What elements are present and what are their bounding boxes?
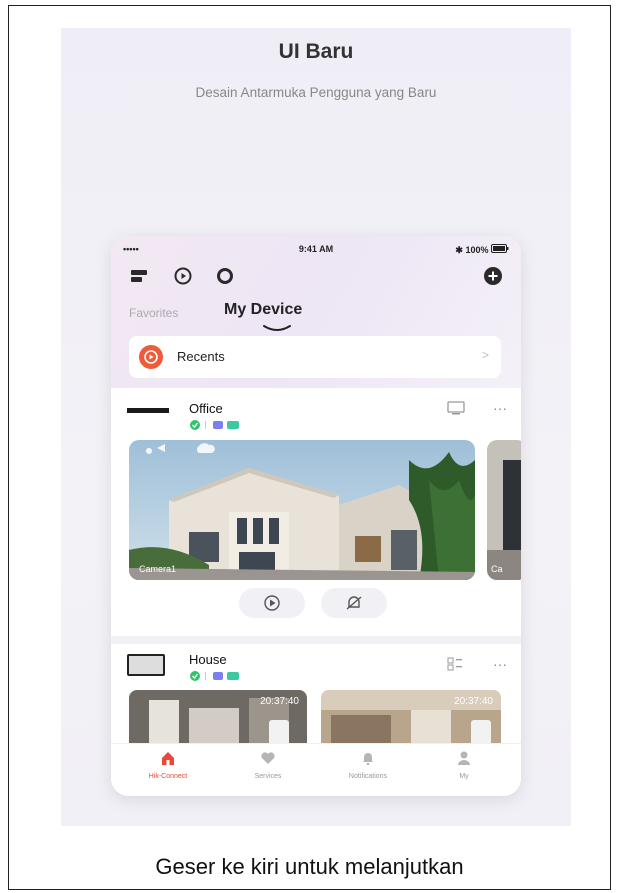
device-status-badges	[190, 420, 239, 430]
device-name[interactable]: Office	[189, 401, 223, 416]
chevron-right-icon: >	[481, 348, 489, 362]
bluetooth-icon: ✱	[455, 245, 463, 255]
nav-label: Services	[254, 773, 282, 780]
camera-tile[interactable]: 20:37:40	[129, 690, 307, 750]
tab-my-device[interactable]: My Device	[224, 301, 302, 319]
grid-view-icon[interactable]	[447, 657, 463, 671]
page-title: UI Baru	[278, 40, 354, 63]
indoor-station-icon	[127, 654, 165, 676]
screen-icon[interactable]	[447, 401, 465, 415]
top-toolbar	[129, 266, 503, 288]
bottom-navigation: Hik-Connect Services Notifications My	[111, 743, 521, 796]
recents-play-icon	[139, 345, 163, 369]
group-actions: ···	[447, 400, 507, 416]
page-subtitle: Desain Antarmuka Pengguna yang Baru	[195, 85, 437, 100]
recents-label: Recents	[177, 349, 225, 364]
camera-name: Camera1	[139, 564, 177, 574]
nav-my[interactable]: My	[419, 750, 509, 780]
nvr-device-icon	[127, 408, 169, 413]
heart-icon	[261, 752, 275, 764]
live-view-icon[interactable]	[215, 266, 235, 286]
battery-indicator: ✱ 100%	[455, 244, 509, 256]
phone-mockup: ••••• 9:41 AM ✱ 100% Favorites My Device	[111, 236, 521, 796]
add-device-icon[interactable]	[483, 266, 503, 286]
device-list-icon[interactable]	[129, 266, 149, 286]
tab-active-indicator	[263, 325, 291, 331]
camera-timestamp: 20:37:40	[454, 696, 493, 707]
recents-row[interactable]: Recents >	[129, 336, 501, 378]
nav-services[interactable]: Services	[223, 750, 313, 780]
device-group-office: Office ··· Camera1 Ca	[111, 388, 521, 636]
group-divider	[111, 636, 521, 644]
device-name[interactable]: House	[189, 652, 227, 667]
playback-button[interactable]	[239, 588, 305, 618]
nav-hik-connect[interactable]: Hik-Connect	[123, 750, 213, 780]
device-status-badges	[190, 671, 239, 681]
camera-tile[interactable]: Ca	[487, 440, 521, 580]
status-bar: ••••• 9:41 AM ✱ 100%	[123, 244, 509, 258]
nav-label: Hik-Connect	[148, 773, 188, 780]
user-icon	[458, 751, 470, 765]
battery-icon	[491, 244, 509, 253]
camera-tile[interactable]: 20:37:40	[321, 690, 501, 750]
battery-level: 100%	[465, 245, 489, 255]
home-icon	[162, 752, 174, 765]
more-options-icon[interactable]: ···	[493, 656, 507, 672]
nav-notifications[interactable]: Notifications	[323, 750, 413, 780]
more-options-icon[interactable]: ···	[493, 400, 507, 416]
camera-timestamp: 20:37:40	[260, 696, 299, 707]
nav-label: My	[459, 773, 469, 780]
alarm-mute-button[interactable]	[321, 588, 387, 618]
camera-name: Ca	[491, 564, 503, 574]
bell-icon	[363, 753, 373, 765]
camera-preview-image	[129, 440, 475, 580]
screen-frame: UI Baru Desain Antarmuka Pengguna yang B…	[8, 5, 611, 890]
group-actions: ···	[447, 656, 507, 672]
intro-panel: UI Baru Desain Antarmuka Pengguna yang B…	[61, 28, 571, 826]
playback-icon[interactable]	[173, 266, 193, 286]
camera-preview-image	[487, 440, 521, 580]
tab-favorites[interactable]: Favorites	[129, 306, 178, 320]
camera-tile[interactable]: Camera1	[129, 440, 475, 580]
nav-label: Notifications	[348, 773, 388, 780]
status-time: 9:41 AM	[298, 244, 334, 254]
swipe-hint: Geser ke kiri untuk melanjutkan	[155, 854, 464, 879]
